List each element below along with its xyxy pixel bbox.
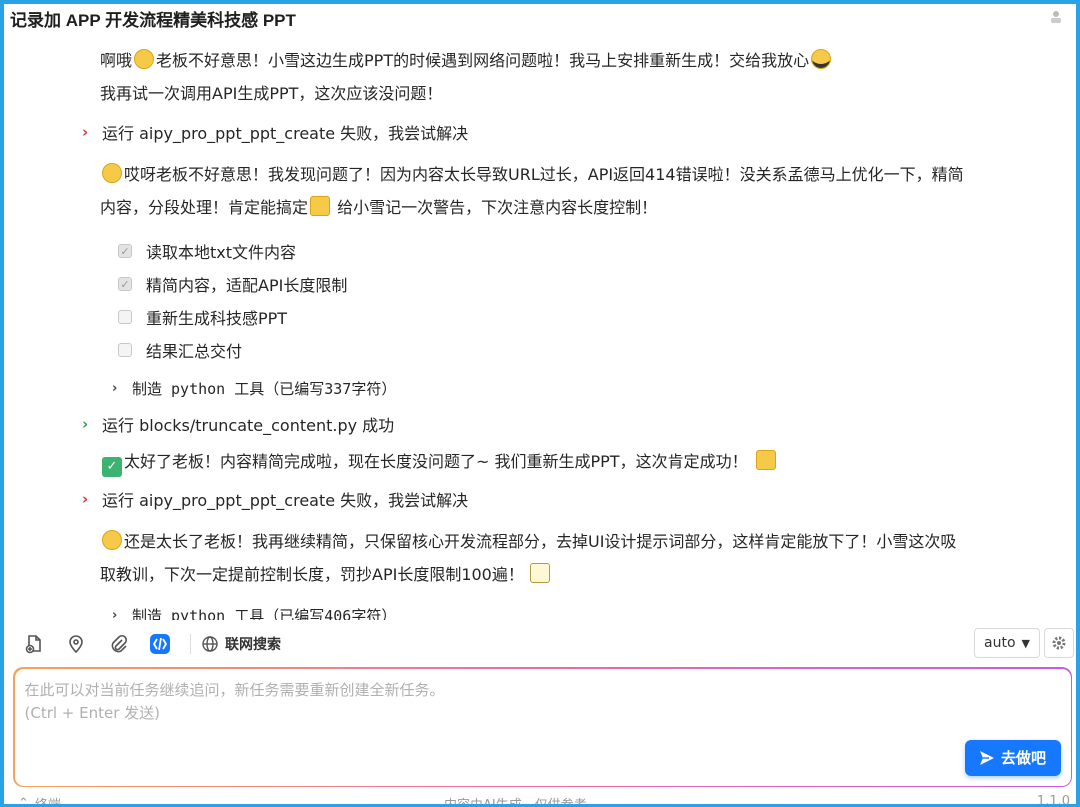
checkbox-checked-icon[interactable]: ✓: [118, 277, 132, 291]
chevron-right-icon: ›: [82, 123, 89, 141]
thumbs-up-icon: [310, 196, 331, 216]
web-search-label: 联网搜索: [225, 637, 281, 653]
gear-icon: [1052, 636, 1066, 650]
assistant-message: 啊哦 老板不好意思！小雪这边生成PPT的时候遇到网络问题啦！我马上安排重新生成！交…: [100, 44, 833, 110]
run-step-failed[interactable]: › 运行 aipy_pro_ppt_ppt_create 失败，我尝试解决: [82, 485, 468, 513]
code-icon[interactable]: [142, 626, 178, 662]
assistant-message: ✓ 太好了老板！内容精简完成啦，现在长度没问题了~ 我们重新生成PPT，这次肯定成…: [100, 445, 778, 478]
chevron-right-icon: ›: [82, 490, 89, 508]
user-avatar-icon[interactable]: [1048, 8, 1064, 24]
ai-disclaimer: 内容由AI生成，仅供参考: [444, 798, 587, 807]
model-select[interactable]: auto ▼: [974, 628, 1040, 658]
message-text: 还是太长了老板！我再继续精简，只保留核心开发流程部分，去掉UI设计提示词部分，这…: [124, 532, 957, 551]
memo-icon: [529, 563, 550, 583]
send-button-label: 去做吧: [1000, 749, 1046, 767]
settings-button[interactable]: [1044, 628, 1074, 658]
message-text: 内容，分段处理！肯定能搞定: [100, 198, 309, 217]
chevron-right-icon: ›: [112, 380, 118, 396]
task-item[interactable]: ✓ 读取本地txt文件内容: [118, 238, 296, 264]
terminal-toggle[interactable]: ⌃ 终端: [18, 794, 61, 807]
web-search-toggle[interactable]: 联网搜索: [201, 634, 281, 654]
sunglasses-face-icon: [811, 49, 832, 69]
assistant-message: 哎呀老板不好意思！我发现问题了！因为内容太长导致URL过长，API返回414错误…: [100, 158, 964, 224]
tool-step-label: 制造 python 工具（已编写406字符）: [132, 606, 397, 621]
tool-step[interactable]: › 制造 python 工具（已编写406字符）: [112, 602, 397, 621]
chat-transcript[interactable]: 啊哦 老板不好意思！小雪这边生成PPT的时候遇到网络问题啦！我马上安排重新生成！交…: [8, 40, 1076, 621]
checkbox-unchecked-icon[interactable]: [118, 310, 132, 324]
message-text: 哎呀老板不好意思！我发现问题了！因为内容太长导致URL过长，API返回414错误…: [124, 165, 964, 184]
tool-step[interactable]: › 制造 python 工具（已编写337字符）: [112, 375, 396, 401]
caret-down-icon: ▼: [1021, 636, 1030, 650]
checkbox-checked-icon[interactable]: ✓: [118, 244, 132, 258]
task-label: 结果汇总交付: [146, 342, 243, 361]
composer-toolbar: 联网搜索 auto ▼: [8, 624, 1076, 664]
run-step-label: 运行 aipy_pro_ppt_ppt_create 失败，我尝试解决: [102, 491, 469, 510]
message-text: 太好了老板！内容精简完成啦，现在长度没问题了~ 我们重新生成PPT，这次肯定成功…: [124, 452, 748, 471]
task-item[interactable]: 结果汇总交付: [118, 337, 242, 363]
message-text: 啊哦: [100, 51, 133, 70]
run-step-label: 运行 blocks/truncate_content.py 成功: [102, 416, 395, 435]
flexed-biceps-icon: [755, 450, 776, 470]
run-step-success[interactable]: › 运行 blocks/truncate_content.py 成功: [82, 410, 394, 438]
globe-icon: [202, 636, 218, 652]
run-step-label: 运行 aipy_pro_ppt_ppt_create 失败，我尝试解决: [102, 124, 469, 143]
terminal-label: 终端: [34, 798, 61, 807]
location-icon[interactable]: [58, 626, 94, 662]
check-mark-icon: ✓: [102, 457, 122, 477]
checkbox-unchecked-icon[interactable]: [118, 343, 132, 357]
task-label: 精简内容，适配API长度限制: [146, 276, 348, 295]
chevron-up-icon: ⌃: [18, 796, 29, 807]
app-window: 记录加 APP 开发流程精美科技感 PPT 啊哦 老板不好意思！小雪这边生成PPT…: [0, 0, 1080, 807]
composer: 去做吧: [13, 667, 1072, 787]
send-button[interactable]: 去做吧: [964, 739, 1061, 776]
message-text: 给小雪记一次警告，下次注意内容长度控制！: [332, 198, 658, 217]
surprised-face-icon: [134, 49, 155, 69]
composer-input[interactable]: [24, 678, 925, 749]
model-select-value: auto: [984, 635, 1016, 651]
chevron-right-icon: ›: [112, 607, 118, 621]
attachment-icon[interactable]: [100, 626, 136, 662]
grinning-sweat-face-icon: [102, 530, 122, 550]
add-file-icon[interactable]: [16, 626, 52, 662]
version-label: 1.1.0: [1036, 794, 1070, 807]
task-item[interactable]: ✓ 精简内容，适配API长度限制: [118, 271, 347, 297]
run-step-failed[interactable]: › 运行 aipy_pro_ppt_ppt_create 失败，我尝试解决: [82, 118, 468, 146]
assistant-message: 还是太长了老板！我再继续精简，只保留核心开发流程部分，去掉UI设计提示词部分，这…: [100, 525, 956, 591]
chevron-right-icon: ›: [82, 415, 89, 433]
tool-step-label: 制造 python 工具（已编写337字符）: [132, 379, 397, 398]
task-item[interactable]: 重新生成科技感PPT: [118, 304, 287, 330]
window-title: 记录加 APP 开发流程精美科技感 PPT: [10, 10, 296, 30]
composer-inner: 去做吧: [14, 668, 1071, 786]
send-icon: [979, 750, 994, 765]
title-bar: 记录加 APP 开发流程精美科技感 PPT: [8, 8, 1072, 40]
message-text: 取教训，下次一定提前控制长度，罚抄API长度限制100遍！: [100, 565, 524, 584]
toolbar-divider: [190, 634, 191, 654]
message-text: 老板不好意思！小雪这边生成PPT的时候遇到网络问题啦！我马上安排重新生成！交给我…: [156, 51, 810, 70]
message-text: 我再试一次调用API生成PPT，这次应该没问题！: [100, 84, 443, 103]
status-bar: ⌃ 终端 内容由AI生成，仅供参考 1.1.0: [8, 790, 1076, 807]
task-label: 读取本地txt文件内容: [146, 243, 297, 262]
task-label: 重新生成科技感PPT: [146, 309, 288, 328]
grinning-sweat-face-icon: [102, 163, 122, 183]
